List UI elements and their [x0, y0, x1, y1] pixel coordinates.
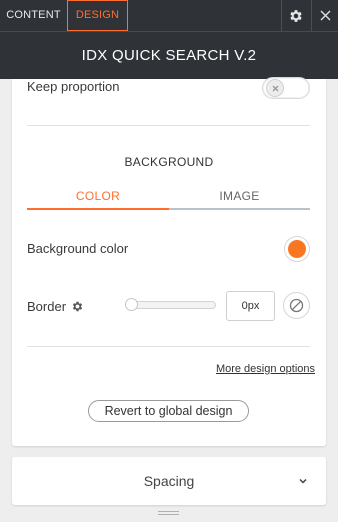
close-button[interactable]	[312, 0, 338, 31]
chevron-down-icon	[299, 478, 307, 484]
border-width-input[interactable]	[226, 291, 275, 321]
tab-image[interactable]: IMAGE	[169, 189, 310, 210]
keep-proportion-toggle[interactable]	[262, 77, 310, 99]
design-panel: Keep proportion BACKGROUND COLOR IMAGE B…	[12, 77, 326, 446]
panel-header: IDX QUICK SEARCH V.2	[0, 31, 338, 79]
tab-color[interactable]: COLOR	[27, 189, 169, 210]
x-icon	[272, 85, 278, 91]
border-slider-thumb[interactable]	[125, 298, 138, 311]
border-reset-button[interactable]	[283, 292, 310, 319]
border-label: Border	[27, 299, 67, 314]
gear-icon	[289, 9, 302, 22]
resize-handle[interactable]	[158, 511, 179, 517]
revert-to-global-button[interactable]: Revert to global design	[88, 400, 249, 422]
toggle-knob	[266, 79, 284, 97]
keep-proportion-label: Keep proportion	[27, 79, 120, 94]
background-color-label: Background color	[27, 241, 129, 256]
panel-title: IDX QUICK SEARCH V.2	[81, 47, 257, 64]
no-symbol-icon	[289, 298, 304, 313]
settings-button[interactable]	[282, 0, 309, 31]
tab-content[interactable]: CONTENT	[0, 0, 67, 31]
divider	[27, 346, 310, 347]
more-design-options-link[interactable]: More design options	[216, 363, 315, 375]
color-swatch	[288, 240, 306, 258]
spacing-label: Spacing	[143, 473, 195, 489]
top-toolbar: CONTENT DESIGN	[0, 0, 338, 31]
gear-icon[interactable]	[71, 300, 84, 313]
spacing-section[interactable]: Spacing	[12, 457, 326, 505]
tab-design[interactable]: DESIGN	[67, 0, 128, 31]
close-icon	[320, 10, 330, 21]
divider	[27, 125, 310, 126]
background-color-picker[interactable]	[284, 236, 310, 262]
border-slider-track[interactable]	[125, 301, 216, 309]
background-section-title: BACKGROUND	[124, 155, 214, 169]
